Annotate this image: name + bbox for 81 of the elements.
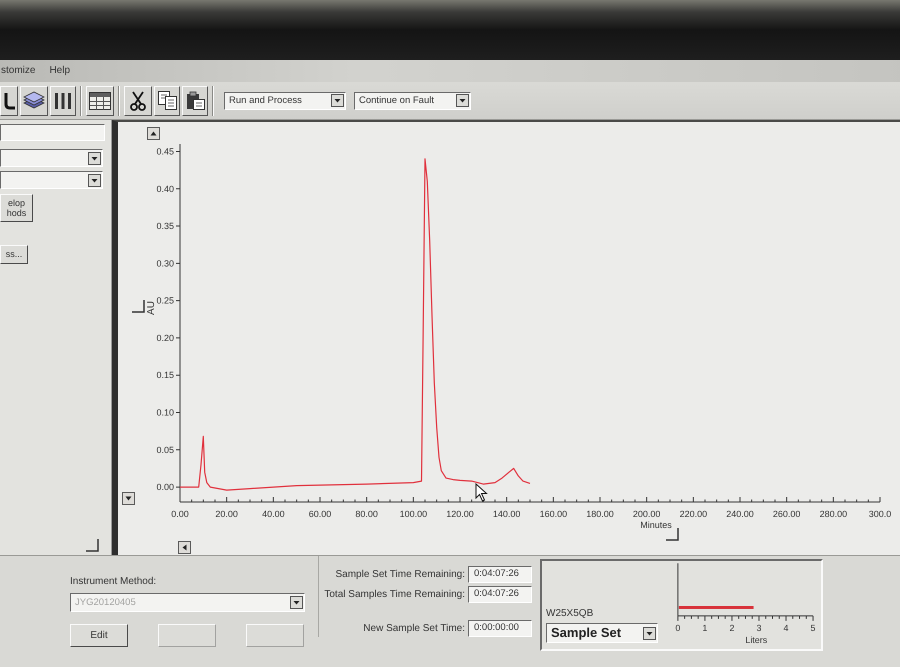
field-label: Instrument Method:: [70, 576, 158, 588]
time-field: 0:00:00:00: [468, 620, 532, 637]
corner-bracket-icon: [132, 300, 145, 313]
dropdown[interactable]: [0, 171, 103, 189]
mouse-cursor-icon: [476, 482, 488, 502]
caret-icon: [88, 174, 101, 186]
copy-icon: [158, 91, 176, 110]
tick-label: 0.40: [156, 184, 174, 194]
tick-label: 0.20: [156, 332, 174, 343]
tick-label: 140.00: [492, 509, 520, 519]
tick-label: 3: [756, 622, 762, 633]
dropdown[interactable]: [0, 149, 103, 167]
table-icon: [89, 92, 111, 110]
tick-label: 100.00: [400, 509, 428, 519]
tick-label: 280.00: [820, 509, 848, 519]
tick-label: 180.00: [586, 509, 614, 519]
axis-title: Liters: [745, 634, 768, 645]
menu-item[interactable]: stomize: [1, 65, 36, 77]
side-button[interactable]: ss...: [0, 245, 28, 264]
field-label: Sample Set Time Remaining:: [334, 568, 465, 580]
tick-label: 0.30: [156, 258, 174, 268]
side-button[interactable]: elop hods: [0, 194, 33, 222]
scroll-down-button[interactable]: [122, 492, 135, 505]
caret-icon: [456, 94, 469, 107]
tick-label: 300.0: [868, 509, 892, 519]
copy-button[interactable]: [154, 86, 180, 116]
solvent-label: W25X5QB: [546, 608, 594, 620]
tick-label: 40.00: [262, 509, 285, 519]
tick-label: 200.00: [632, 509, 660, 519]
tick-label: 0.00: [156, 482, 174, 492]
view-dropdown[interactable]: Sample Set: [546, 623, 658, 643]
caret-icon: [331, 94, 344, 107]
tick-label: 0.10: [156, 408, 174, 418]
toolbar-button[interactable]: [20, 86, 48, 116]
layers-icon: [23, 91, 45, 110]
tick-label: 0.05: [156, 444, 174, 455]
tick-label: 240.00: [726, 509, 754, 519]
toolbar-button[interactable]: [0, 86, 18, 116]
tick-label: 4: [784, 622, 788, 633]
menu-item[interactable]: Help: [49, 65, 70, 77]
field-label: New Sample Set Time:: [362, 622, 465, 634]
tick-label: 260.00: [772, 509, 800, 519]
fault-mode-dropdown[interactable]: Continue on Fault: [354, 92, 471, 110]
columns-icon: [54, 92, 72, 110]
tick-label: 0.35: [156, 221, 174, 232]
time-field: 0:04:07:26: [468, 586, 532, 603]
axis-title: Minutes: [640, 520, 672, 530]
run-mode-dropdown[interactable]: Run and Process: [224, 92, 346, 110]
tick-label: 220.00: [680, 509, 708, 519]
caret-icon: [88, 152, 101, 164]
tick-label: 60.00: [308, 509, 332, 519]
toolbar-button[interactable]: [50, 86, 76, 116]
tick-label: 0.45: [156, 146, 174, 156]
tick-label: 0.15: [156, 370, 174, 380]
scroll-up-button[interactable]: [147, 127, 160, 140]
text-field[interactable]: [0, 124, 105, 141]
tick-label: 0.00: [171, 509, 189, 519]
corner-bracket-icon: [666, 528, 679, 541]
time-field: 0:04:07:26: [468, 566, 532, 583]
y-axis: [677, 562, 678, 616]
tick-label: 0: [675, 622, 680, 633]
tick-label: 5: [810, 622, 816, 633]
paste-icon: [186, 91, 204, 110]
tick-label: 2: [729, 622, 734, 633]
tick-label: 120.00: [446, 509, 474, 519]
curve-icon: [3, 92, 15, 110]
cut-icon: [129, 90, 147, 110]
paste-button[interactable]: [182, 86, 208, 116]
corner-bracket-icon: [86, 539, 99, 552]
field-label: Total Samples Time Remaining:: [323, 588, 465, 600]
tick-label: 1: [702, 622, 708, 633]
caret-icon: [290, 596, 303, 609]
tick-label: 20.00: [215, 509, 238, 519]
toolbar-button[interactable]: [86, 86, 114, 116]
cut-button[interactable]: [124, 86, 152, 116]
tick-label: 80.00: [355, 509, 378, 519]
caret-icon: [643, 626, 656, 640]
tick-label: 0.25: [156, 296, 174, 306]
axis-title: AU: [146, 301, 157, 315]
scroll-left-button[interactable]: [178, 541, 191, 554]
tick-label: 160.00: [540, 509, 568, 519]
